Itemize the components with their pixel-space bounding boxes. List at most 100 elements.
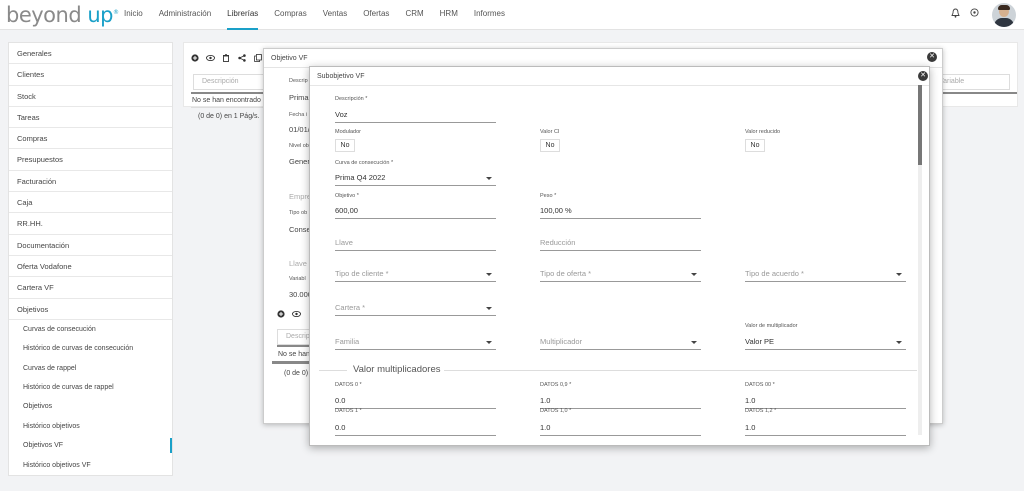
nav-ventas[interactable]: Ventas <box>323 0 347 30</box>
tipo-acuerdo-select[interactable]: Tipo de acuerdo * <box>745 267 906 282</box>
sidebar-item-facturacion[interactable]: Facturación <box>9 171 172 193</box>
familia-select[interactable]: Familia <box>335 335 496 350</box>
sidebar-item-stock[interactable]: Stock <box>9 86 172 107</box>
inner-empty-message: No se han <box>278 351 310 358</box>
user-avatar[interactable] <box>992 3 1016 27</box>
valor-ci-toggle[interactable]: No <box>540 139 560 152</box>
delete-icon[interactable] <box>222 54 230 64</box>
sidebar-subitem-curvas-rappel[interactable]: Curvas de rappel <box>9 359 172 378</box>
objetivo-field[interactable]: 600,00 <box>335 204 496 219</box>
descripcion-field[interactable]: Voz <box>335 108 496 123</box>
datos-field[interactable]: 1.0 <box>540 421 701 436</box>
sidebar-subitem-objetivos[interactable]: Objetivos <box>9 397 172 416</box>
multiplicador-select[interactable]: Multiplicador <box>540 335 701 350</box>
nav-librerias[interactable]: Librerías <box>227 0 259 30</box>
sidebar-item-documentacion[interactable]: Documentación <box>9 235 172 256</box>
sidebar: Generales Clientes Stock Tareas Compras … <box>8 42 173 476</box>
desc-value[interactable]: Prima <box>289 93 309 102</box>
beyond-up-logo[interactable]: beyond up® <box>6 3 119 27</box>
empresa-field[interactable]: Empre <box>289 192 311 201</box>
datos-field[interactable]: 0.0 <box>335 421 496 436</box>
peso-field[interactable]: 100,00 % <box>540 204 701 219</box>
share-icon[interactable] <box>238 54 246 64</box>
sidebar-subitem-historico-objetivos[interactable]: Histórico objetivos <box>9 417 172 436</box>
tipo-value[interactable]: Conse <box>289 225 311 234</box>
fecha-label: Fecha i <box>289 112 308 118</box>
valor-multiplicador-label: Valor de multiplicador <box>745 323 798 329</box>
subobjetivo-vf-modal: Subobjetivo VF ✕ <box>309 66 930 446</box>
nav-compras[interactable]: Compras <box>274 0 306 30</box>
curva-select[interactable]: Prima Q4 2022 <box>335 171 496 186</box>
valor-ci-label: Valor CI <box>540 129 560 135</box>
valor-multiplicador-select[interactable]: Valor PE <box>745 335 906 350</box>
close-icon[interactable]: ✕ <box>918 71 928 81</box>
sidebar-subitem-historico-curvas-rappel[interactable]: Histórico de curvas de rappel <box>9 378 172 397</box>
top-bar: beyond up® Inicio Administración Librerí… <box>0 0 1024 30</box>
modulador-toggle[interactable]: No <box>335 139 355 152</box>
valor-reducido-toggle[interactable]: No <box>745 139 765 152</box>
datos-label: DATOS 00 * <box>745 382 775 388</box>
datos-field[interactable]: 1.0 <box>540 394 701 409</box>
nav-hrm[interactable]: HRM <box>440 0 458 30</box>
datos-label: DATOS 0 * <box>335 382 362 388</box>
sidebar-item-caja[interactable]: Caja <box>9 192 172 214</box>
datos-field[interactable]: 1.0 <box>745 394 906 409</box>
nivel-label: Nivel ob <box>289 143 309 149</box>
cartera-select[interactable]: Cartera * <box>335 301 496 316</box>
section-title: Valor multiplicadores <box>353 364 445 375</box>
nav-crm[interactable]: CRM <box>405 0 423 30</box>
variable-label: Variabl <box>289 276 306 282</box>
bell-icon[interactable] <box>951 8 960 21</box>
fecha-value[interactable]: 01/01/ <box>289 125 310 134</box>
view-icon[interactable] <box>292 310 301 320</box>
inner-paging-text: (0 de 0) <box>284 370 309 377</box>
datos-label: DATOS 1,2 * <box>745 408 777 414</box>
sidebar-subitem-historico-curvas-consecucion[interactable]: Histórico de curvas de consecución <box>9 339 172 358</box>
llave-field[interactable]: Llave <box>335 236 496 251</box>
sidebar-item-presupuestos[interactable]: Presupuestos <box>9 149 172 171</box>
empty-message: No se han encontrado <box>192 97 261 104</box>
sidebar-item-clientes[interactable]: Clientes <box>9 64 172 86</box>
modulador-label: Modulador <box>335 129 361 135</box>
sidebar-item-generales[interactable]: Generales <box>9 43 172 65</box>
settings-icon[interactable] <box>970 8 979 20</box>
modal-scrollbar[interactable] <box>918 85 922 435</box>
add-icon[interactable] <box>191 54 199 64</box>
peso-label: Peso * <box>540 193 557 199</box>
search-input[interactable]: Descripción <box>193 74 268 90</box>
objetivo-label: Objetivo * <box>335 193 359 199</box>
sidebar-subitem-historico-objetivos-vf[interactable]: Histórico objetivos VF <box>9 456 172 475</box>
datos-field[interactable]: 1.0 <box>745 421 906 436</box>
modal-header: Subobjetivo VF ✕ <box>310 67 929 86</box>
datos-field[interactable]: 0.0 <box>335 394 496 409</box>
modal-title: Subobjetivo VF <box>317 73 365 80</box>
add-icon[interactable] <box>277 310 285 320</box>
datos-label: DATOS 0,9 * <box>540 382 572 388</box>
scroll-thumb[interactable] <box>918 85 922 165</box>
nav-inicio[interactable]: Inicio <box>124 0 143 30</box>
sidebar-item-oferta-vodafone[interactable]: Oferta Vodafone <box>9 256 172 278</box>
nav-administracion[interactable]: Administración <box>159 0 211 30</box>
sidebar-item-tareas[interactable]: Tareas <box>9 107 172 129</box>
paging-text: (0 de 0) en 1 Pág/s. <box>198 113 260 120</box>
datos-label: DATOS 1 * <box>335 408 362 414</box>
close-icon[interactable]: ✕ <box>927 52 937 62</box>
logo-accent: up <box>87 3 113 27</box>
nivel-value[interactable]: Gener <box>289 157 310 166</box>
tipo-cliente-select[interactable]: Tipo de cliente * <box>335 267 496 282</box>
reduccion-field[interactable]: Reducción <box>540 236 701 251</box>
sidebar-item-compras[interactable]: Compras <box>9 128 172 150</box>
curva-label: Curva de consecución * <box>335 160 394 166</box>
sidebar-item-rrhh[interactable]: RR.HH. <box>9 213 172 235</box>
copy-icon[interactable] <box>254 54 262 64</box>
nav-informes[interactable]: Informes <box>474 0 505 30</box>
sidebar-subitem-curvas-consecucion[interactable]: Curvas de consecución <box>9 320 172 339</box>
nav-ofertas[interactable]: Ofertas <box>363 0 389 30</box>
valor-reducido-label: Valor reducido <box>745 129 781 135</box>
sidebar-item-cartera-vf[interactable]: Cartera VF <box>9 277 172 299</box>
tipo-oferta-select[interactable]: Tipo de oferta * <box>540 267 701 282</box>
sidebar-subitem-objetivos-vf[interactable]: Objetivos VF <box>9 436 172 455</box>
view-icon[interactable] <box>206 54 215 64</box>
sidebar-item-objetivos[interactable]: Objetivos <box>9 299 172 320</box>
logo-text: beyond <box>6 3 82 27</box>
